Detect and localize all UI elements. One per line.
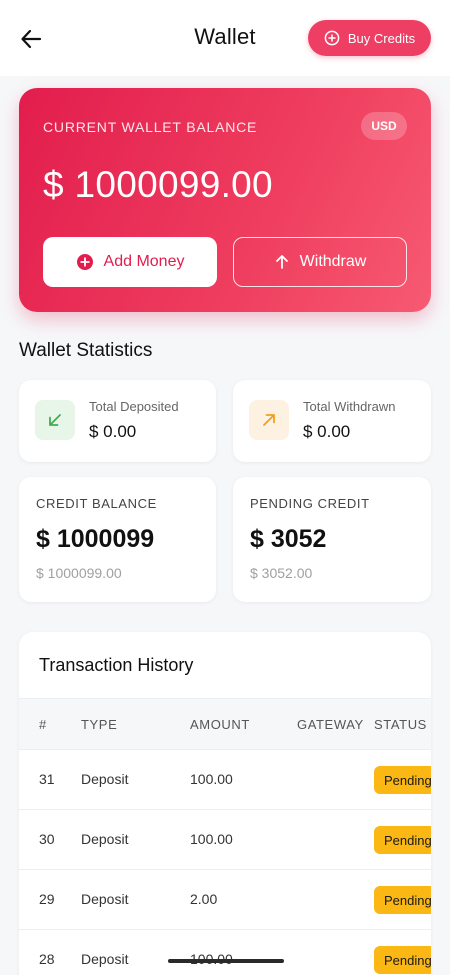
arrow-up-right-icon — [249, 400, 289, 440]
home-indicator[interactable] — [168, 959, 284, 963]
total-deposited-label: Total Deposited — [89, 399, 179, 414]
balance-label: CURRENT WALLET BALANCE — [43, 119, 258, 135]
pending-credit-value: $ 3052 — [250, 525, 327, 553]
plus-circle-icon — [76, 254, 93, 270]
cell-amount: 100.00 — [190, 771, 233, 787]
app-header: Wallet Buy Credits — [0, 0, 450, 76]
wallet-statistics-title: Wallet Statistics — [19, 340, 153, 361]
credit-balance-subvalue: $ 1000099.00 — [36, 565, 122, 581]
buy-credits-label: Buy Credits — [347, 30, 416, 46]
transaction-history-title: Transaction History — [39, 655, 194, 675]
total-withdrawn-card: Total Withdrawn $ 0.00 — [233, 380, 431, 462]
table-row[interactable]: 30 Deposit 100.00 Pending — [19, 810, 431, 870]
status-badge: Pending — [374, 826, 431, 854]
credit-balance-label: CREDIT BALANCE — [36, 496, 157, 511]
credit-balance-card: CREDIT BALANCE $ 1000099 $ 1000099.00 — [19, 477, 216, 602]
table-row[interactable]: 31 Deposit 100.00 Pending — [19, 750, 431, 810]
add-money-button[interactable]: Add Money — [43, 237, 217, 287]
cell-amount: 100.00 — [190, 831, 233, 847]
pending-credit-card: PENDING CREDIT $ 3052 $ 3052.00 — [233, 477, 431, 602]
pending-credit-subvalue: $ 3052.00 — [250, 565, 313, 581]
cell-type: Deposit — [81, 891, 129, 907]
cell-id: 28 — [39, 951, 55, 967]
total-withdrawn-value: $ 0.00 — [303, 422, 351, 441]
add-money-label: Add Money — [103, 253, 185, 270]
column-header-id: # — [39, 717, 47, 732]
balance-amount: $ 1000099.00 — [43, 164, 273, 205]
credit-balance-value: $ 1000099 — [36, 525, 155, 553]
buy-credits-button[interactable]: Buy Credits — [308, 20, 431, 56]
cell-id: 30 — [39, 831, 55, 847]
column-header-gateway: GATEWAY — [297, 717, 364, 732]
transaction-history-card: Transaction History # TYPE AMOUNT GATEWA… — [19, 632, 431, 975]
table-row[interactable]: 29 Deposit 2.00 Pending — [19, 870, 431, 930]
wallet-balance-card: CURRENT WALLET BALANCE USD $ 1000099.00 … — [19, 88, 431, 312]
status-badge: Pending — [374, 946, 431, 974]
pending-credit-label: PENDING CREDIT — [250, 496, 370, 511]
total-withdrawn-label: Total Withdrawn — [303, 399, 396, 414]
column-header-status: STATUS — [374, 717, 427, 732]
status-badge: Pending — [374, 886, 431, 914]
cell-id: 29 — [39, 891, 55, 907]
table-header: # TYPE AMOUNT GATEWAY STATUS — [19, 698, 431, 750]
plus-circle-icon — [324, 30, 340, 46]
column-header-type: TYPE — [81, 717, 118, 732]
total-deposited-card: Total Deposited $ 0.00 — [19, 380, 216, 462]
cell-type: Deposit — [81, 831, 129, 847]
cell-type: Deposit — [81, 951, 129, 967]
total-deposited-value: $ 0.00 — [89, 422, 137, 441]
status-badge: Pending — [374, 766, 431, 794]
cell-id: 31 — [39, 771, 55, 787]
arrow-up-icon — [275, 255, 288, 269]
currency-badge: USD — [361, 112, 407, 140]
column-header-amount: AMOUNT — [190, 717, 250, 732]
arrow-down-left-icon — [35, 400, 75, 440]
withdraw-label: Withdraw — [299, 253, 367, 270]
withdraw-button[interactable]: Withdraw — [233, 237, 407, 287]
cell-amount: 2.00 — [190, 891, 218, 907]
table-row[interactable]: 28 Deposit 100.00 Pending — [19, 930, 431, 975]
cell-type: Deposit — [81, 771, 129, 787]
